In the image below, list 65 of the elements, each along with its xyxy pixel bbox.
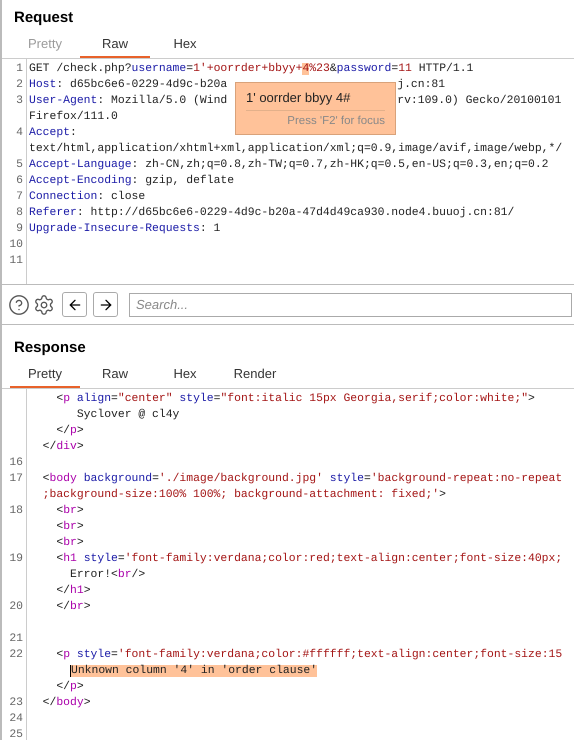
editor-tab[interactable]: Hex [150,32,220,58]
code-line: Firefox/111.0 [29,110,118,125]
search-field[interactable]: Search... [129,292,572,316]
code-line: <p align="center" style="font:italic 15px Georgia,serif;color:white;"> [55,392,535,407]
code-line: </br> [55,600,91,615]
line-number: 6 [16,175,23,187]
forward-button[interactable] [93,292,118,317]
line-number: 20 [9,601,23,613]
code-line: Referer: http://d65bc6e6-0229-4d9c-b20a-47d4d49ca930.node4.buuoj.cn:81/ [29,206,514,221]
line-number: 1 [16,63,23,75]
editor-tab[interactable]: Render [220,362,290,388]
code-line: </body> [42,696,91,711]
line-number: 17 [9,473,23,485]
code-line: Accept: [29,126,77,141]
code-line: j.cn:81 [397,78,446,93]
tooltip-hint: Press 'F2' for focus [286,114,385,129]
back-button[interactable] [62,292,87,317]
line-number: 4 [16,127,23,139]
code-line: </p> [55,680,84,695]
line-number: 24 [9,713,23,725]
line-number: 23 [9,697,23,709]
code-line: </h1> [55,584,91,599]
code-line: GET /check.php?username=1'+oorrder+bbyy+4%23&password=11 HTTP/1.1 [29,62,474,77]
line-number: 25 [9,729,23,740]
code-line: <p style='font-family:verdana;color:#ffffff;text-align:center;font-size:15 [55,648,562,663]
code-line: rv:109.0) Gecko/20100101 [397,94,562,109]
code-line: Upgrade-Insecure-Requests: 1 [29,222,220,237]
settings-icon[interactable] [33,294,55,316]
panel-title: Request [14,8,74,28]
code-line: </div> [42,440,84,455]
line-number: 3 [16,95,23,107]
code-line: <br> [55,520,84,535]
line-number: 11 [9,255,23,267]
line-number: 18 [9,505,23,517]
editor-tab[interactable]: Hex [150,362,220,388]
code-line: Accept-Encoding: gzip, deflate [29,174,234,189]
code-line: User-Agent: Mozilla/5.0 (Wind [29,94,228,109]
line-number: 8 [16,207,23,219]
editor-tab[interactable]: Raw [80,362,150,388]
line-number: 10 [9,239,23,251]
line-number: 19 [9,553,23,565]
line-number: 22 [9,649,23,661]
code-line: <h1 style='font-family:verdana;color:red;text-align:center;font-size:40px; [55,552,562,567]
code-line: </p> [55,424,84,439]
code-line: text/html,application/xhtml+xml,application/xml;q=0.9,image/avif,image/webp,*/ [29,142,562,157]
code-line: Connection: close [29,190,146,205]
help-icon[interactable] [8,294,30,316]
line-number: 2 [16,79,23,91]
code-line: Error!<br/> [69,568,146,583]
code-line: Accept-Language: zh-CN,zh;q=0.8,zh-TW;q=0.7,zh-HK;q=0.5,en-US;q=0.3,en;q=0.2 [29,158,549,173]
code-line: <br> [55,504,84,519]
code-line: <body background='./image/background.jpg' style='background-repeat:no-repeat [42,472,562,487]
code-line: ;background-size:100% 100%; background-attachment: fixed;'> [42,488,446,503]
line-number: 5 [16,159,23,171]
line-number: 7 [16,191,23,203]
editor-tab[interactable]: Pretty [10,362,80,388]
panel-title: Response [14,338,86,358]
line-number: 21 [9,633,23,645]
line-number: 9 [16,223,23,235]
tooltip-text: 1' oorrder bbyy 4# [246,89,352,107]
editor-tab[interactable]: Raw [80,32,150,58]
code-line: <br> [55,536,84,551]
code-line: Host: d65bc6e6-0229-4d9c-b20a [29,78,228,93]
code-line: Syclover @ cl4y [76,408,180,423]
line-number: 16 [9,457,23,469]
